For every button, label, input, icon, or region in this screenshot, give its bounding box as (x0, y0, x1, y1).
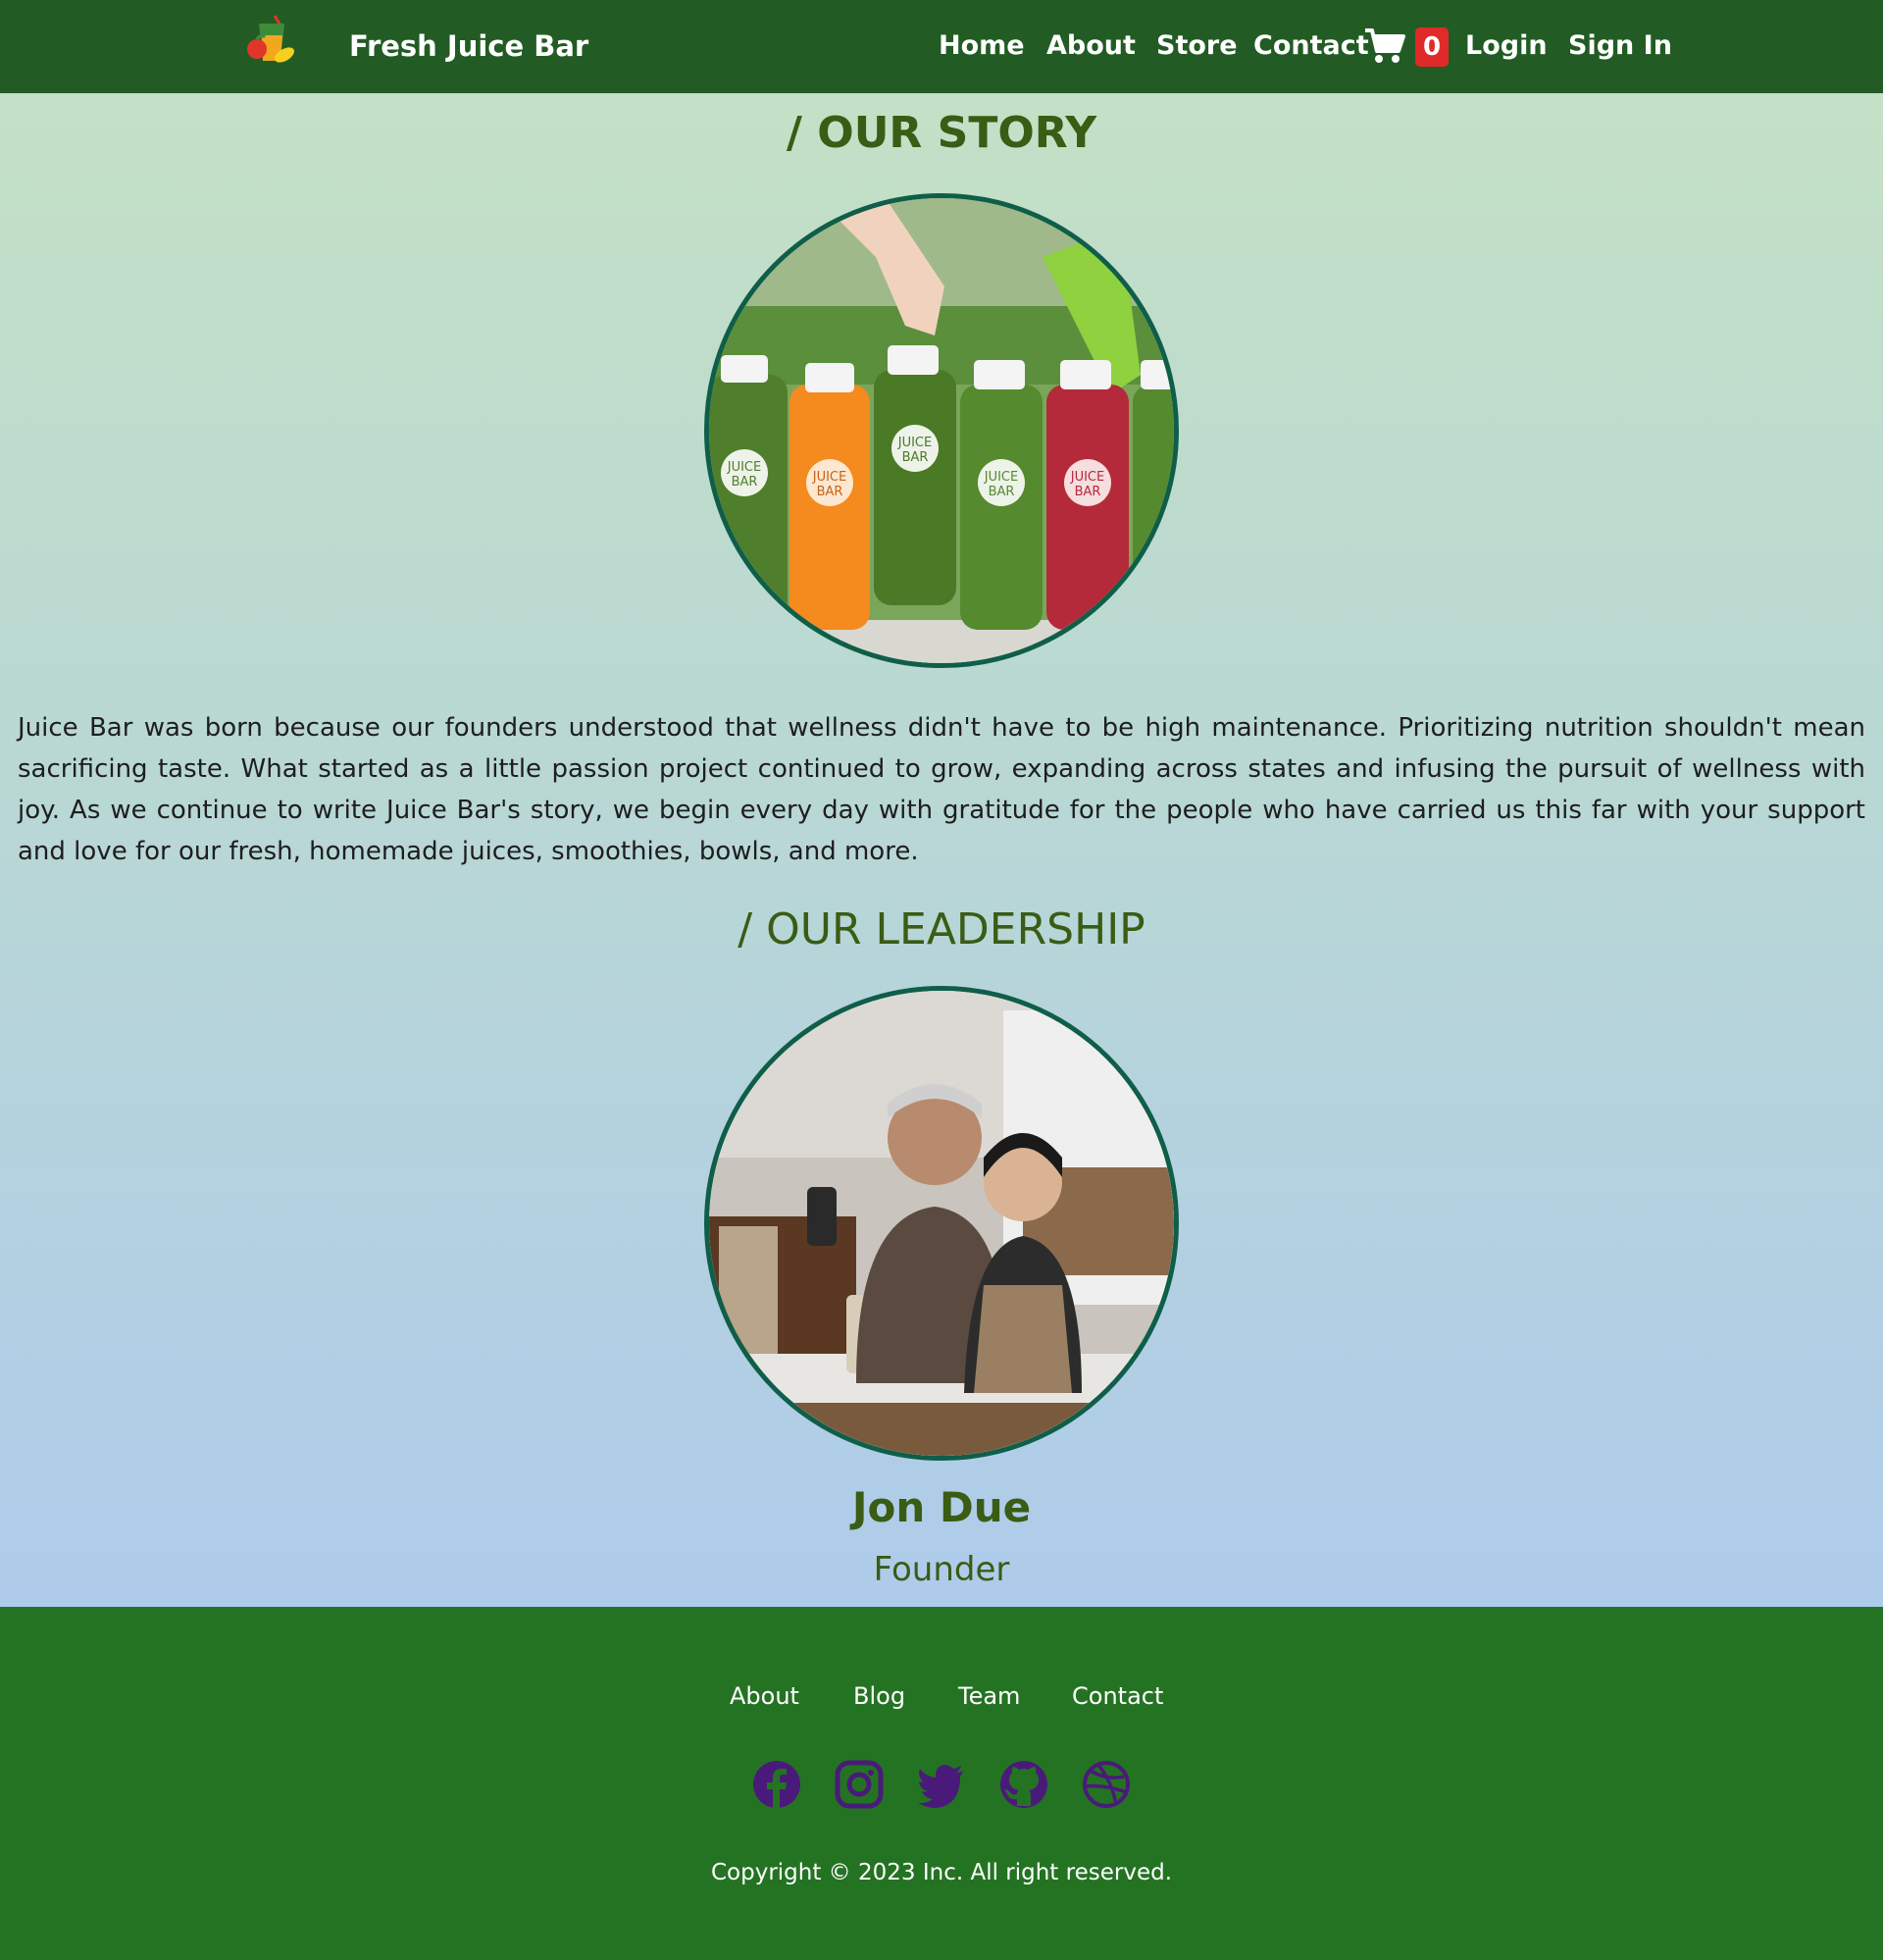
github-icon[interactable] (998, 1759, 1049, 1810)
footer-link-team[interactable]: Team (958, 1682, 1020, 1710)
nav-link-home[interactable]: Home (939, 30, 1025, 61)
juice-logo-icon[interactable] (245, 14, 296, 63)
twitter-icon[interactable] (916, 1759, 967, 1810)
top-navbar: Fresh Juice Bar Home About Store Contact… (0, 0, 1883, 93)
nav-link-about[interactable]: About (1046, 30, 1136, 61)
footer-link-about[interactable]: About (730, 1682, 799, 1710)
footer-link-blog[interactable]: Blog (853, 1682, 905, 1710)
shopping-cart-icon[interactable] (1364, 27, 1405, 65)
instagram-icon[interactable] (834, 1759, 885, 1810)
bottle-label-bar: BAR (989, 485, 1015, 499)
bottle-label-juice: JUICE (984, 470, 1018, 485)
nav-link-store[interactable]: Store (1156, 30, 1238, 61)
leader-photo (704, 986, 1179, 1461)
bottle-label-juice: JUICE (1070, 470, 1104, 485)
copyright-text: Copyright © 2023 Inc. All right reserved… (710, 1860, 1173, 1885)
bottle-label-bar: BAR (902, 450, 929, 465)
bottle-label-bar: BAR (1075, 485, 1101, 499)
login-link[interactable]: Login (1465, 30, 1548, 61)
leader-name: Jon Due (851, 1483, 1032, 1531)
story-image: JUICE BAR JUICE BAR JUICE BAR JUICE BAR … (704, 193, 1179, 668)
our-story-title: / OUR STORY (786, 108, 1097, 158)
cart-count-badge: 0 (1415, 27, 1449, 67)
bottle-label-bar: BAR (732, 475, 758, 490)
bottle-label-juice: JUICE (812, 470, 846, 485)
brand-name[interactable]: Fresh Juice Bar (349, 29, 588, 63)
bottle-label-juice: JUICE (897, 436, 932, 450)
leader-role: Founder (873, 1550, 1010, 1589)
footer-link-contact[interactable]: Contact (1072, 1682, 1163, 1710)
facebook-icon[interactable] (751, 1759, 802, 1810)
bottle-label-juice: JUICE (727, 460, 761, 475)
signin-link[interactable]: Sign In (1568, 30, 1672, 61)
main-content: / OUR STORY JUICE BAR JUICE BAR JUICE BA… (0, 93, 1883, 1607)
dribbble-icon[interactable] (1081, 1759, 1132, 1810)
bottle-label-bar: BAR (817, 485, 843, 499)
nav-link-contact[interactable]: Contact (1253, 30, 1369, 61)
story-paragraph: Juice Bar was born because our founders … (18, 713, 1865, 866)
our-leadership-title: / OUR LEADERSHIP (738, 904, 1145, 954)
site-footer: About Blog Team Contact Copyright © 2023… (0, 1607, 1883, 1960)
